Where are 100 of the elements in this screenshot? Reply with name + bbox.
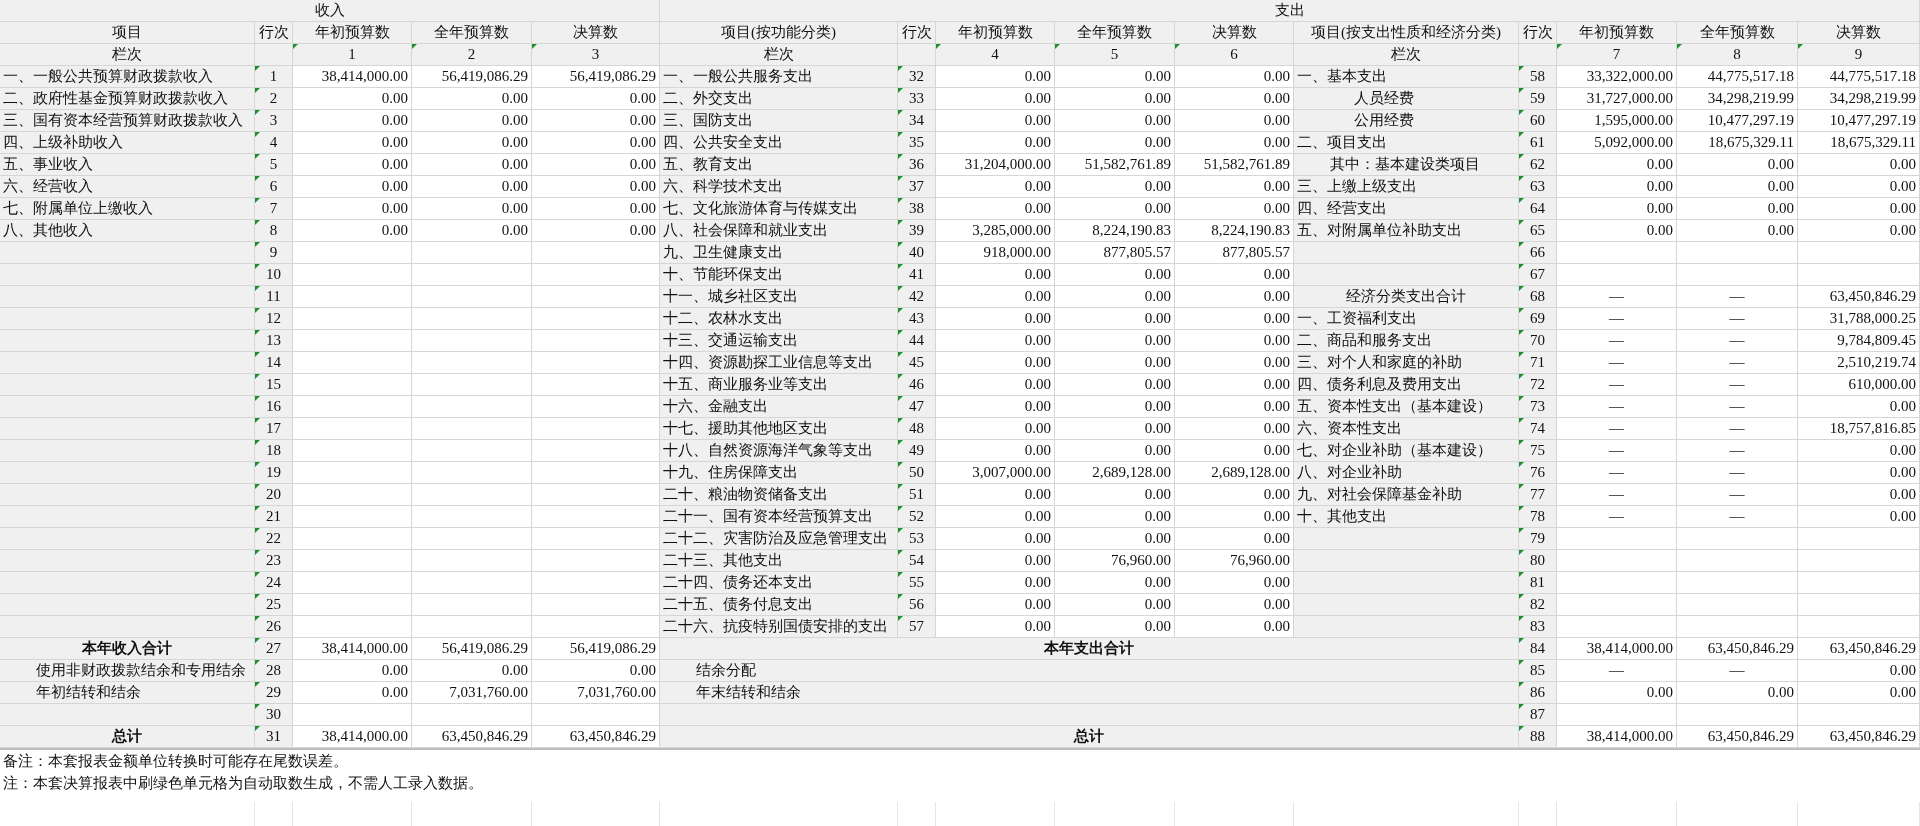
row-number: 80 <box>1519 550 1557 572</box>
corner-marker-icon <box>898 132 903 137</box>
row-number: 12 <box>255 308 293 330</box>
row-label: 二、商品和服务支出 <box>1294 330 1519 352</box>
table-cell: 34,298,219.99 <box>1677 88 1798 110</box>
corner-marker-icon <box>255 726 260 731</box>
row-label: 十三、交通运输支出 <box>660 330 898 352</box>
corner-marker-icon <box>1519 66 1524 71</box>
corner-marker-icon <box>898 462 903 467</box>
row-number: 8 <box>255 220 293 242</box>
row-label: 十四、资源勘探工业信息等支出 <box>660 352 898 374</box>
table-cell: — <box>1557 440 1677 462</box>
corner-marker-icon <box>898 572 903 577</box>
table-cell: 0.00 <box>532 220 660 242</box>
corner-marker-icon <box>898 220 903 225</box>
corner-marker-icon <box>255 330 260 335</box>
table-cell: 44,775,517.18 <box>1677 66 1798 88</box>
table-cell: 0.00 <box>1557 176 1677 198</box>
row-number: 64 <box>1519 198 1557 220</box>
corner-marker-icon <box>255 286 260 291</box>
table-cell: 0.00 <box>1055 88 1175 110</box>
column-number: 5 <box>1055 44 1175 66</box>
column-number: 4 <box>936 44 1055 66</box>
table-cell: 0.00 <box>412 220 532 242</box>
column-header: 项目 <box>0 22 255 44</box>
table-cell: 0.00 <box>1798 506 1920 528</box>
table-cell: 0.00 <box>936 528 1055 550</box>
row-label: 十、节能环保支出 <box>660 264 898 286</box>
row-number: 72 <box>1519 374 1557 396</box>
table-cell: — <box>1557 374 1677 396</box>
corner-marker-icon <box>255 616 260 621</box>
corner-marker-icon <box>898 242 903 247</box>
table-cell: 0.00 <box>1055 198 1175 220</box>
row-label: 九、卫生健康支出 <box>660 242 898 264</box>
corner-marker-icon <box>1055 44 1060 49</box>
table-cell: — <box>1677 286 1798 308</box>
row-number: 81 <box>1519 572 1557 594</box>
column-header: 行次 <box>255 22 293 44</box>
corner-marker-icon <box>1519 198 1524 203</box>
table-cell: 0.00 <box>1677 682 1798 704</box>
table-cell: 918,000.00 <box>936 242 1055 264</box>
corner-marker-icon <box>1519 594 1524 599</box>
table-cell: 8,224,190.83 <box>1055 220 1175 242</box>
corner-marker-icon <box>1175 44 1180 49</box>
table-cell: 0.00 <box>1055 396 1175 418</box>
row-number: 48 <box>898 418 936 440</box>
corner-marker-icon <box>255 462 260 467</box>
table-cell: 0.00 <box>1677 220 1798 242</box>
table-cell: 0.00 <box>293 198 412 220</box>
table-cell: 0.00 <box>1798 154 1920 176</box>
row-label: 本年收入合计 <box>0 638 255 660</box>
table-cell: 0.00 <box>936 88 1055 110</box>
table-cell: 0.00 <box>412 110 532 132</box>
table-cell: 0.00 <box>936 550 1055 572</box>
table-cell: 0.00 <box>412 660 532 682</box>
row-number: 67 <box>1519 264 1557 286</box>
row-label: 九、对社会保障基金补助 <box>1294 484 1519 506</box>
corner-marker-icon <box>255 132 260 137</box>
table-cell: — <box>1677 308 1798 330</box>
table-cell: 0.00 <box>936 616 1055 638</box>
table-cell: — <box>1557 506 1677 528</box>
column-header: 全年预算数 <box>1055 22 1175 44</box>
table-cell: 0.00 <box>1055 528 1175 550</box>
table-cell: 51,582,761.89 <box>1055 154 1175 176</box>
table-cell: 0.00 <box>1175 418 1294 440</box>
row-number: 44 <box>898 330 936 352</box>
table-cell: 2,689,128.00 <box>1055 462 1175 484</box>
row-label: 七、文化旅游体育与传媒支出 <box>660 198 898 220</box>
row-label: 十二、农林水支出 <box>660 308 898 330</box>
table-cell: 0.00 <box>1798 682 1920 704</box>
section-header: 支出 <box>660 0 1920 22</box>
table-cell: 0.00 <box>1175 66 1294 88</box>
table-cell: 0.00 <box>1055 330 1175 352</box>
table-cell: 0.00 <box>1175 396 1294 418</box>
table-cell: 18,675,329.11 <box>1798 132 1920 154</box>
table-cell: 56,419,086.29 <box>412 638 532 660</box>
corner-marker-icon <box>898 616 903 621</box>
table-cell: 0.00 <box>936 418 1055 440</box>
row-number: 33 <box>898 88 936 110</box>
table-cell: 0.00 <box>1055 594 1175 616</box>
corner-marker-icon <box>898 352 903 357</box>
corner-marker-icon <box>898 110 903 115</box>
corner-marker-icon <box>1519 704 1524 709</box>
row-number: 77 <box>1519 484 1557 506</box>
table-cell: 0.00 <box>293 110 412 132</box>
table-cell: 0.00 <box>936 110 1055 132</box>
corner-marker-icon <box>1519 110 1524 115</box>
table-cell: 0.00 <box>1055 374 1175 396</box>
table-cell: 63,450,846.29 <box>1798 726 1920 748</box>
row-label: 总计 <box>0 726 255 748</box>
table-cell: 9,784,809.45 <box>1798 330 1920 352</box>
table-cell: 0.00 <box>532 198 660 220</box>
table-cell: 38,414,000.00 <box>293 66 412 88</box>
row-number: 20 <box>255 484 293 506</box>
column-header: 栏次 <box>660 44 898 66</box>
table-cell: 0.00 <box>1175 572 1294 594</box>
table-cell: 0.00 <box>1055 418 1175 440</box>
column-header: 年初预算数 <box>1557 22 1677 44</box>
corner-marker-icon <box>1519 330 1524 335</box>
table-cell: — <box>1677 418 1798 440</box>
